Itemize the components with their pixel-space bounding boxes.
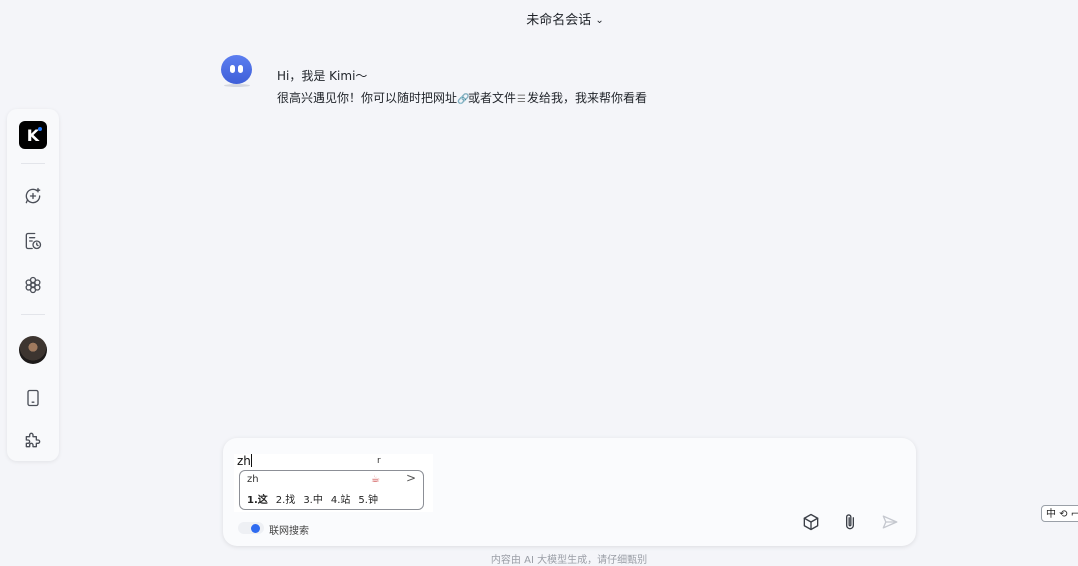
send-button[interactable]	[879, 511, 901, 533]
web-search-label: 联网搜索	[269, 526, 309, 537]
cube-icon	[803, 513, 819, 531]
conversation-title: 未命名会话	[526, 13, 592, 28]
attach-file-button[interactable]	[839, 511, 861, 533]
bot-avatar-shadow	[224, 84, 250, 87]
paperclip-icon	[846, 514, 854, 530]
puzzle-icon	[25, 432, 41, 448]
ime-popup: zh r zh ☕ > 1.这 2.找 3.中 4.站 5.钟	[234, 454, 433, 512]
chevron-down-icon: ⌄	[595, 15, 604, 26]
avatar[interactable]	[19, 336, 47, 364]
message-text: 发给我，我来帮你看看	[527, 91, 648, 105]
ime-candidate-box: zh ☕ > 1.这 2.找 3.中 4.站 5.钟	[239, 470, 424, 510]
plugins-button[interactable]	[21, 428, 45, 452]
history-button[interactable]	[21, 229, 45, 253]
ime-candidate[interactable]: 5.钟	[358, 491, 378, 506]
explore-button[interactable]	[21, 273, 45, 297]
message-text: 很高兴遇见你！你可以随时把网址	[277, 91, 458, 105]
ime-candidate[interactable]: 4.站	[331, 491, 351, 506]
ime-candidate[interactable]: 2.找	[276, 491, 296, 506]
history-icon	[25, 232, 42, 250]
kimi-logo[interactable]: K	[19, 121, 47, 149]
bot-eye	[238, 65, 243, 73]
sidebar-divider	[21, 163, 45, 164]
chat-plus-icon	[25, 187, 41, 204]
cube-button[interactable]	[800, 511, 822, 533]
bot-eye	[230, 65, 235, 73]
text-caret	[250, 454, 252, 467]
kimi-bot-avatar	[221, 55, 252, 84]
file-icon: ☰	[517, 94, 527, 105]
greeting-text: Hi，我是 Kimi～	[277, 69, 368, 83]
ime-candidates: 1.这 2.找 3.中 4.站 5.钟	[247, 491, 386, 506]
ime-pinyin: zh	[247, 474, 259, 485]
new-chat-button[interactable]	[21, 184, 45, 208]
welcome-message: 很高兴遇见你！你可以随时把网址🔗或者文件☰发给我，我来帮你看看	[277, 89, 647, 106]
phone-icon	[27, 389, 39, 407]
ai-disclaimer: 内容由 AI 大模型生成，请仔细甄别	[490, 555, 648, 566]
flower-icon	[25, 276, 41, 294]
ime-candidate[interactable]: 1.这	[247, 491, 268, 506]
mobile-app-button[interactable]	[21, 386, 45, 410]
web-search-toggle[interactable]	[238, 521, 266, 535]
message-text: 或者文件	[468, 91, 517, 105]
message-input[interactable]: zh	[237, 454, 252, 468]
toggle-knob	[251, 524, 260, 533]
ime-status-indicator[interactable]: 中 ⟲ ⌐	[1041, 505, 1078, 522]
ime-marker: r	[377, 456, 381, 466]
conversation-title-dropdown[interactable]: 未命名会话 ⌄	[0, 9, 1078, 28]
chevron-right-icon[interactable]: >	[406, 471, 416, 485]
send-icon	[882, 515, 898, 529]
sidebar-divider	[21, 314, 45, 315]
link-icon: 🔗	[457, 94, 470, 105]
ime-candidate[interactable]: 3.中	[303, 491, 323, 506]
coffee-icon[interactable]: ☕	[371, 474, 380, 485]
sidebar: K	[7, 109, 59, 461]
logo-dot	[38, 127, 42, 131]
